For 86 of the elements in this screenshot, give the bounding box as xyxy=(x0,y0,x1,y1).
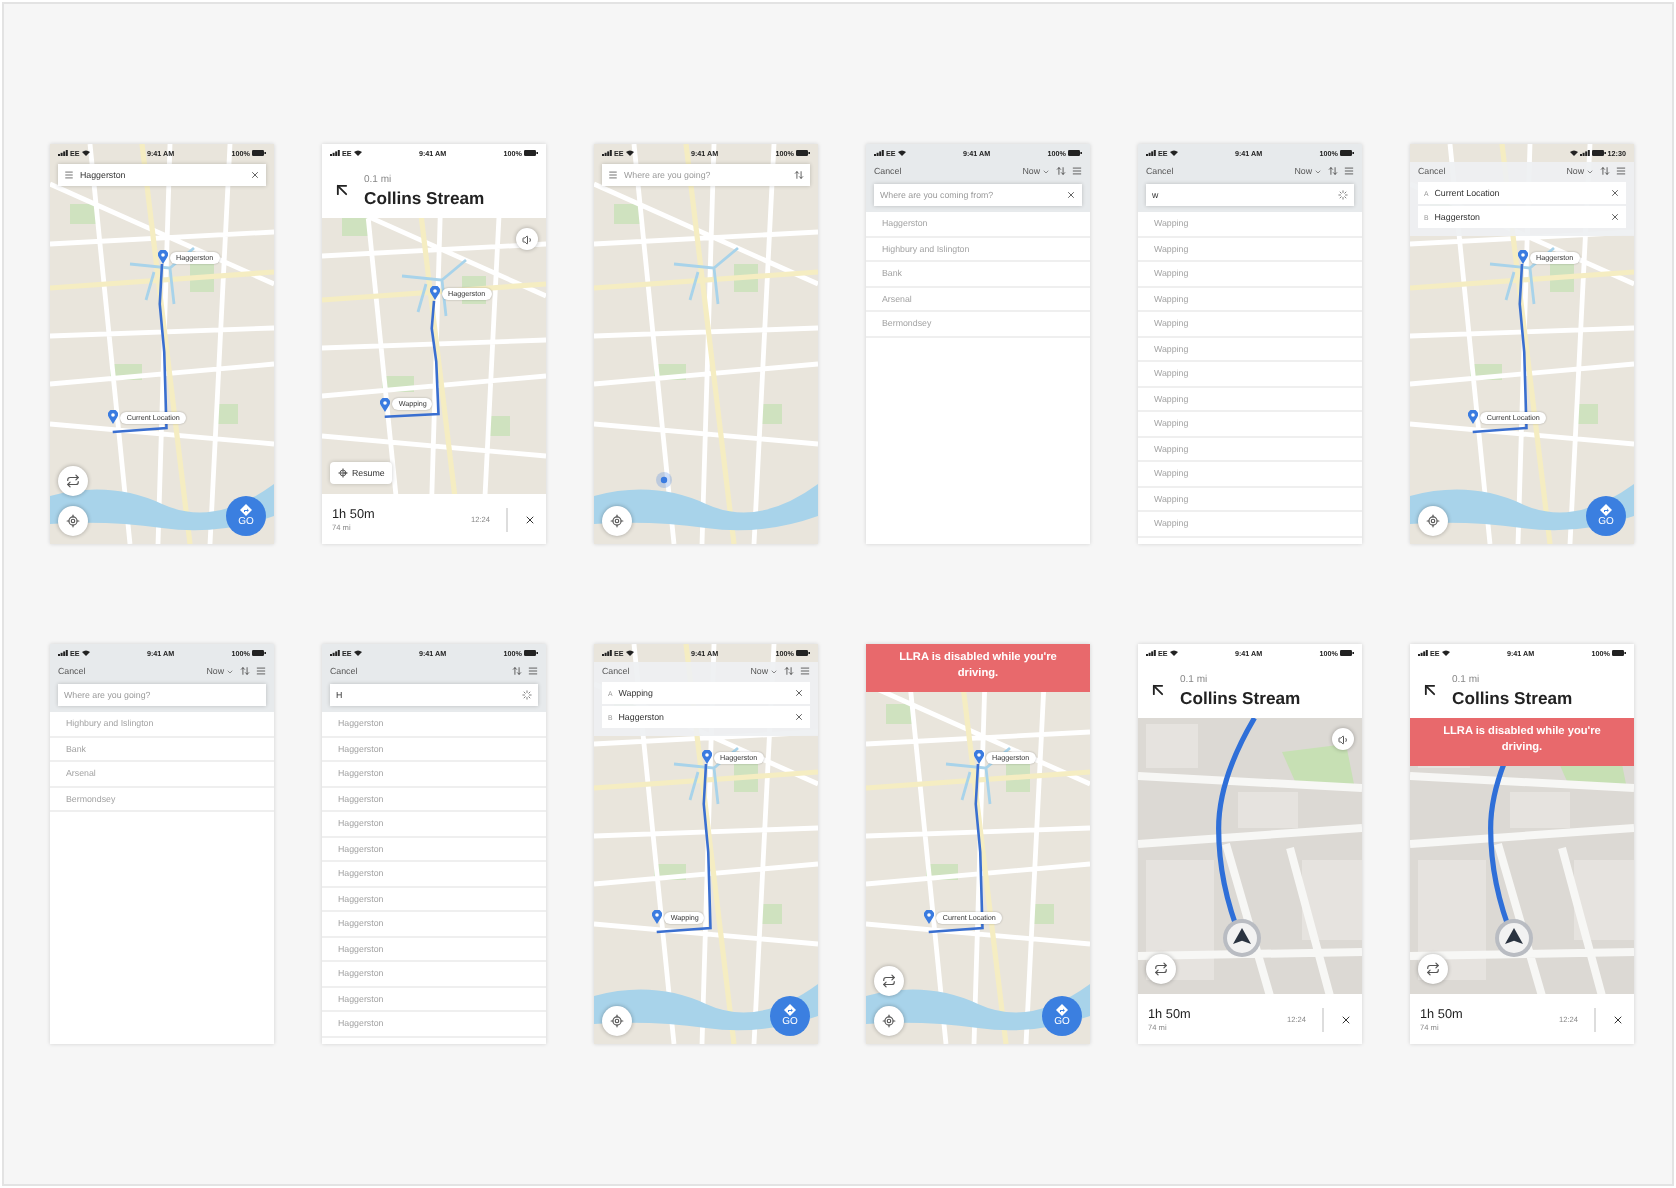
route-line xyxy=(384,300,440,418)
map-pin-icon xyxy=(108,410,119,424)
map-pin-icon xyxy=(430,286,440,301)
crosshair-icon xyxy=(610,514,624,528)
swap-icon[interactable] xyxy=(1056,166,1066,176)
signal-icon xyxy=(1146,650,1156,656)
swap-icon[interactable] xyxy=(1600,166,1610,176)
diamond-arrow-icon xyxy=(1056,1004,1068,1016)
map-pin-icon xyxy=(924,910,935,924)
battery-icon xyxy=(1340,650,1354,656)
wifi-icon xyxy=(353,150,362,156)
battery-icon xyxy=(796,650,810,656)
navigation-arrow-icon xyxy=(1221,918,1262,959)
speaker-icon xyxy=(1337,733,1349,745)
wifi-icon xyxy=(1169,650,1178,656)
menu-icon[interactable] xyxy=(528,666,538,676)
wifi-icon xyxy=(81,650,90,656)
crosshair-icon xyxy=(1426,514,1440,528)
turn-arrow-icon xyxy=(1148,680,1168,700)
wifi-icon xyxy=(625,650,634,656)
wifi-icon xyxy=(625,150,634,156)
swap-arrows-icon xyxy=(66,474,80,488)
menu-icon[interactable] xyxy=(1344,166,1354,176)
close-icon[interactable] xyxy=(1340,1013,1352,1025)
signal-icon xyxy=(1418,650,1428,656)
swap-icon[interactable] xyxy=(1328,166,1338,176)
wifi-icon xyxy=(353,650,362,656)
menu-icon[interactable] xyxy=(1616,166,1626,176)
close-icon[interactable] xyxy=(524,513,536,525)
swap-arrows-icon xyxy=(1426,962,1440,976)
signal-icon xyxy=(58,650,68,656)
signal-icon xyxy=(602,150,612,156)
wifi-icon xyxy=(897,150,906,156)
map-pin-icon xyxy=(974,750,984,764)
menu-icon[interactable] xyxy=(608,170,618,180)
street-name: Collins Stream xyxy=(1180,687,1301,707)
signal-icon xyxy=(874,150,884,156)
swap-icon[interactable] xyxy=(794,170,804,180)
battery-icon xyxy=(796,150,810,156)
turn-arrow-icon xyxy=(332,180,352,200)
map-pin-icon xyxy=(1518,250,1528,264)
diamond-arrow-icon xyxy=(1600,504,1612,516)
street-name: Collins Stream xyxy=(364,187,485,207)
crosshair-icon xyxy=(610,1014,624,1028)
signal-icon xyxy=(602,650,612,656)
menu-icon[interactable] xyxy=(64,170,74,180)
map-pin-icon xyxy=(1468,410,1479,424)
battery-icon xyxy=(252,650,266,656)
crosshair-icon xyxy=(66,514,80,528)
navigation-arrow-icon xyxy=(1493,918,1534,959)
battery-icon xyxy=(252,150,266,156)
diamond-arrow-icon xyxy=(240,504,252,516)
wifi-icon xyxy=(1569,150,1578,156)
battery-icon xyxy=(1591,150,1606,156)
battery-icon xyxy=(1612,650,1626,656)
street-name: Collins Stream xyxy=(1452,687,1573,707)
swap-arrows-icon xyxy=(1154,962,1168,976)
speaker-icon xyxy=(521,233,533,245)
wifi-icon xyxy=(1441,650,1450,656)
battery-icon xyxy=(1340,150,1354,156)
swap-icon[interactable] xyxy=(512,666,522,676)
close-icon[interactable] xyxy=(1612,1013,1624,1025)
signal-icon xyxy=(1579,150,1590,156)
map-pin-icon xyxy=(380,397,391,412)
signal-icon xyxy=(1146,150,1156,156)
wifi-icon xyxy=(1169,150,1178,156)
map-pin-icon xyxy=(702,750,712,764)
menu-icon[interactable] xyxy=(800,666,810,676)
map-pin-icon xyxy=(158,250,168,264)
menu-icon[interactable] xyxy=(256,666,266,676)
signal-icon xyxy=(330,150,340,156)
swap-icon[interactable] xyxy=(240,666,250,676)
wifi-icon xyxy=(81,150,90,156)
swap-icon[interactable] xyxy=(784,666,794,676)
battery-icon xyxy=(524,650,538,656)
menu-icon[interactable] xyxy=(1072,166,1082,176)
crosshair-icon xyxy=(338,468,348,478)
diamond-arrow-icon xyxy=(784,1004,796,1016)
signal-icon xyxy=(58,150,68,156)
map-pin-icon xyxy=(652,910,663,924)
signal-icon xyxy=(330,650,340,656)
battery-icon xyxy=(524,150,538,156)
swap-arrows-icon xyxy=(882,974,896,988)
crosshair-icon xyxy=(882,1014,896,1028)
battery-icon xyxy=(1068,150,1082,156)
turn-arrow-icon xyxy=(1420,680,1440,700)
